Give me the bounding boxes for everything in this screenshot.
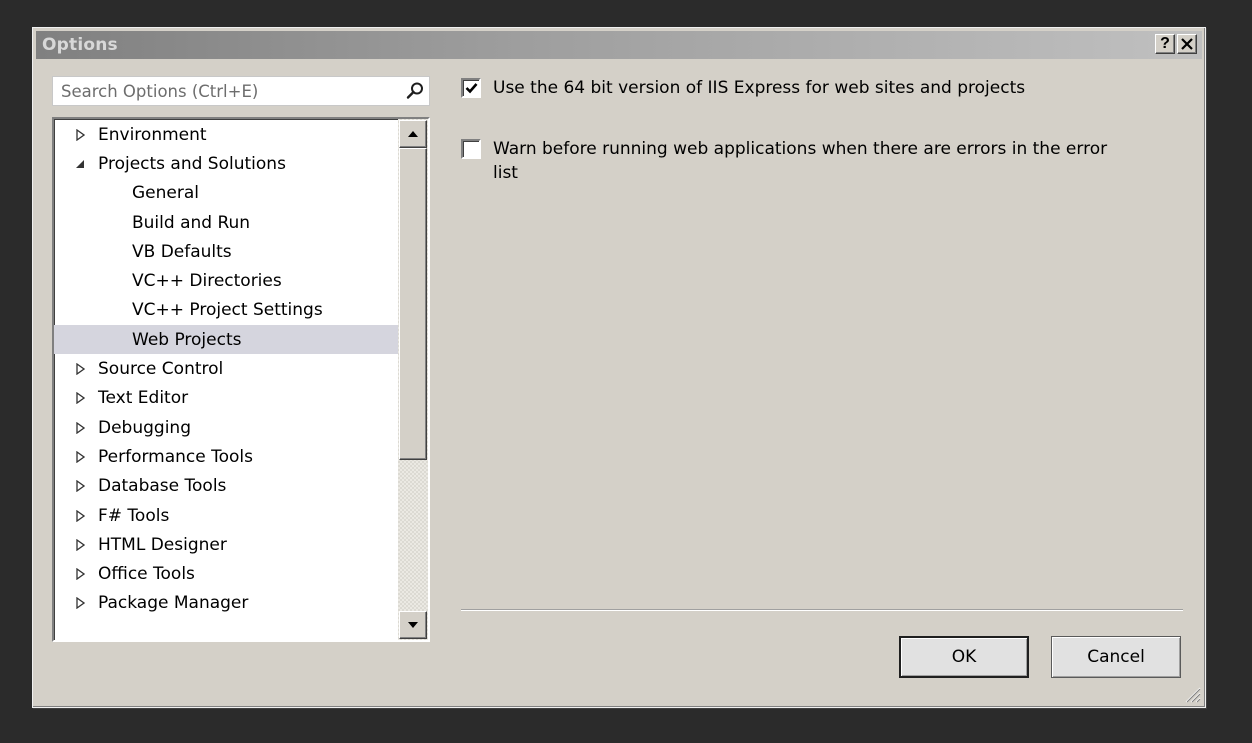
options-tree: Environment Projects and Solutions General… (52, 117, 430, 642)
search-icon[interactable] (401, 77, 429, 105)
tree-item-label: Text Editor (98, 388, 189, 409)
warn-errors-checkbox[interactable] (461, 139, 481, 159)
close-icon (1181, 38, 1193, 50)
tree-item[interactable]: F# Tools (54, 501, 398, 530)
option-warn-errors[interactable]: Warn before running web applications whe… (461, 137, 1113, 185)
tree-item-label: VC++ Directories (132, 271, 282, 292)
tree-item-label: VB Defaults (132, 241, 232, 262)
tree-item-label: Web Projects (132, 329, 242, 350)
dialog-title: Options (42, 35, 118, 55)
collapsed-arrow-icon[interactable] (72, 421, 88, 434)
tree-item-label: VC++ Project Settings (132, 300, 323, 321)
collapsed-arrow-icon[interactable] (72, 363, 88, 376)
divider (461, 609, 1183, 611)
tree-scrollbar[interactable] (398, 119, 428, 640)
collapsed-arrow-icon[interactable] (72, 568, 88, 581)
resize-grip-icon[interactable] (1183, 685, 1201, 703)
arrow-down-icon (408, 622, 418, 628)
collapsed-arrow-icon[interactable] (72, 128, 88, 141)
tree-item[interactable]: Source Control (54, 354, 398, 383)
search-box (52, 76, 430, 106)
scroll-thumb[interactable] (399, 148, 427, 460)
collapsed-arrow-icon[interactable] (72, 450, 88, 463)
collapsed-arrow-icon[interactable] (72, 392, 88, 405)
tree-item-label: Build and Run (132, 212, 251, 233)
tree-item-label: Environment (98, 124, 207, 145)
tree-item-label: General (132, 183, 199, 204)
tree-item-label: Source Control (98, 359, 224, 380)
use-64bit-checkbox[interactable] (461, 78, 481, 98)
option-64bit[interactable]: Use the 64 bit version of IIS Express fo… (461, 76, 1113, 100)
arrow-up-icon (408, 131, 418, 137)
collapsed-arrow-icon[interactable] (72, 480, 88, 493)
scroll-up-button[interactable] (399, 120, 427, 148)
collapsed-arrow-icon[interactable] (72, 597, 88, 610)
options-dialog: Options ? Environment Projects and Soluti… (32, 27, 1206, 708)
tree-item-label: Office Tools (98, 564, 195, 585)
tree-item[interactable]: Build and Run (54, 208, 398, 237)
tree-item[interactable]: VC++ Project Settings (54, 296, 398, 325)
tree-item[interactable]: Web Projects (54, 325, 398, 355)
ok-button[interactable]: OK (899, 636, 1029, 678)
tree-item[interactable]: General (54, 179, 398, 208)
help-button[interactable]: ? (1155, 34, 1175, 54)
tree-item[interactable]: VC++ Directories (54, 266, 398, 295)
tree-item[interactable]: Performance Tools (54, 442, 398, 471)
collapsed-arrow-icon[interactable] (72, 509, 88, 522)
title-buttons: ? (1155, 34, 1197, 54)
use-64bit-label[interactable]: Use the 64 bit version of IIS Express fo… (493, 76, 1113, 100)
tree-item-label: Performance Tools (98, 446, 254, 467)
tree-item-label: Projects and Solutions (98, 153, 286, 174)
tree-item[interactable]: Database Tools (54, 472, 398, 501)
title-bar[interactable]: Options ? (36, 31, 1202, 59)
tree-item[interactable]: Projects and Solutions (54, 149, 398, 178)
tree-item[interactable]: Office Tools (54, 559, 398, 588)
tree-item-label: F# Tools (98, 505, 170, 526)
tree-item-label: Debugging (98, 417, 191, 438)
tree-item[interactable]: HTML Designer (54, 530, 398, 559)
collapsed-arrow-icon[interactable] (72, 538, 88, 551)
tree-item[interactable]: Debugging (54, 413, 398, 442)
cancel-button[interactable]: Cancel (1051, 636, 1181, 678)
tree-item[interactable]: VB Defaults (54, 237, 398, 266)
tree-item-label: Database Tools (98, 476, 227, 497)
tree-item[interactable]: Package Manager (54, 589, 398, 618)
tree-list: Environment Projects and Solutions General… (54, 120, 398, 618)
checkmark-icon (465, 83, 477, 94)
tree-item[interactable]: Text Editor (54, 384, 398, 413)
tree-item-label: HTML Designer (98, 534, 227, 555)
warn-errors-label[interactable]: Warn before running web applications whe… (493, 137, 1113, 185)
expanded-arrow-icon[interactable] (72, 159, 88, 169)
tree-item[interactable]: Environment (54, 120, 398, 149)
scroll-down-button[interactable] (399, 611, 427, 639)
close-button[interactable] (1177, 34, 1197, 54)
tree-item-label: Package Manager (98, 593, 249, 614)
search-input[interactable] (53, 80, 401, 102)
